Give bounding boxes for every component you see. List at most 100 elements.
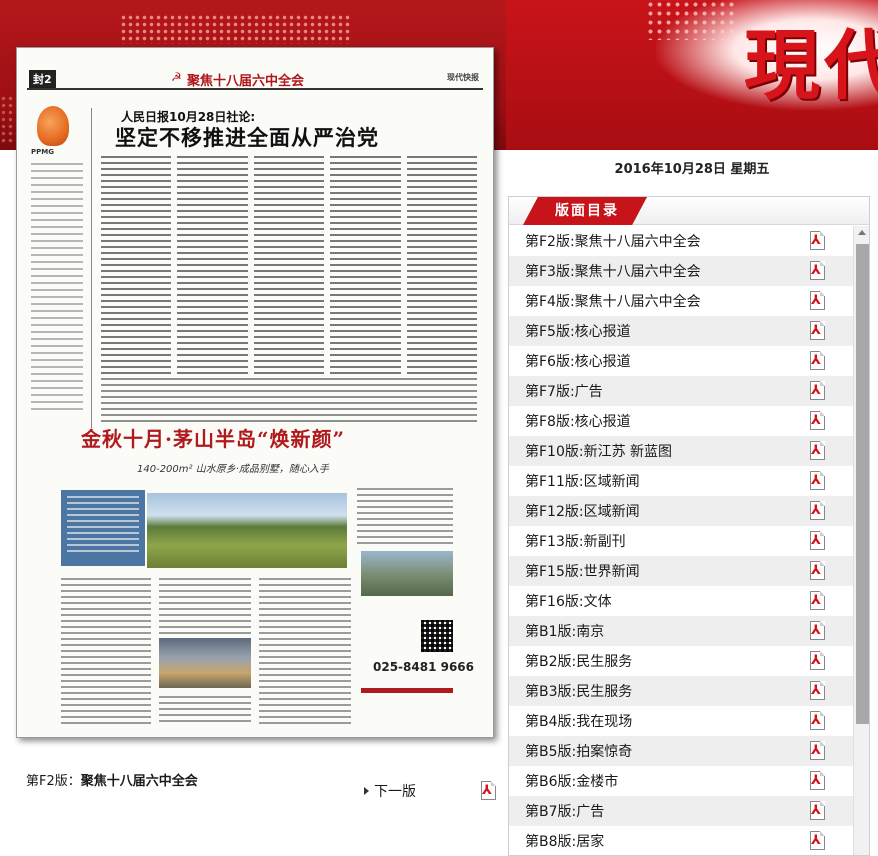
toc-item[interactable]: 第F8版:核心报道 ⅄ — [509, 406, 853, 436]
toc-item[interactable]: 第F7版:广告 ⅄ — [509, 376, 853, 406]
toc-item-label: 第F3版:聚焦十八届六中全会 — [525, 264, 701, 280]
pdf-icon[interactable]: ⅄ — [809, 741, 827, 761]
toc-item-label: 第B2版:民生服务 — [525, 654, 633, 670]
pdf-icon[interactable]: ⅄ — [809, 831, 827, 851]
toc-item[interactable]: 第F6版:核心报道 ⅄ — [509, 346, 853, 376]
toc-item[interactable]: 第B4版:我在现场 ⅄ — [509, 706, 853, 736]
pdf-icon[interactable]: ⅄ — [480, 781, 498, 801]
ad-text-box — [61, 490, 145, 566]
toc-item-label: 第F12版:区域新闻 — [525, 504, 640, 520]
toc-item[interactable]: 第F11版:区域新闻 ⅄ — [509, 466, 853, 496]
article-body — [101, 156, 478, 376]
ad-body-text — [159, 696, 251, 726]
ad-landscape-photo — [147, 493, 347, 568]
toc-item[interactable]: 第F5版:核心报道 ⅄ — [509, 316, 853, 346]
toc-item-label: 第F16版:文体 — [525, 594, 612, 610]
divider — [91, 108, 92, 428]
ad-body-text — [259, 578, 351, 728]
toc-item-label: 第F7版:广告 — [525, 384, 603, 400]
toc-panel: 版面目录 第F2版:聚焦十八届六中全会 ⅄ 第F3版:聚焦十八届六中全会 ⅄ 第F4版:… — [508, 196, 870, 856]
pdf-icon[interactable]: ⅄ — [809, 471, 827, 491]
ad-resort-photo — [159, 638, 251, 688]
pdf-icon[interactable]: ⅄ — [809, 591, 827, 611]
toc-item[interactable]: 第B1版:南京 ⅄ — [509, 616, 853, 646]
toc-item-label: 第B4版:我在现场 — [525, 714, 633, 730]
pdf-icon[interactable]: ⅄ — [809, 381, 827, 401]
pdf-icon[interactable]: ⅄ — [809, 291, 827, 311]
toc-item-label: 第B3版:民生服务 — [525, 684, 633, 700]
masthead-info-column — [31, 163, 83, 413]
toc-item[interactable]: 第B8版:居家 ⅄ — [509, 826, 853, 855]
ad-headline: 金秋十月·茅山半岛“焕新颜” — [81, 427, 345, 451]
toc-item-label: 第F4版:聚焦十八届六中全会 — [525, 294, 701, 310]
ad-logo-bar — [361, 688, 453, 693]
next-page-link[interactable]: 下一版 — [364, 781, 416, 801]
toc-item-label: 第F11版:区域新闻 — [525, 474, 640, 490]
ad-subline: 140-200m² 山水原乡·成品别墅，随心入手 — [137, 464, 329, 475]
toc-title: 版面目录 — [523, 197, 647, 225]
ad-body-text — [61, 578, 151, 728]
caption-title: 聚焦十八届六中全会 — [80, 774, 198, 789]
pdf-icon[interactable]: ⅄ — [809, 321, 827, 341]
pdf-icon[interactable]: ⅄ — [809, 681, 827, 701]
toc-item-label: 第F13版:新副刊 — [525, 534, 626, 550]
pdf-icon[interactable]: ⅄ — [809, 411, 827, 431]
pdf-icon[interactable]: ⅄ — [809, 771, 827, 791]
ad-villa-photo — [361, 551, 453, 596]
pdf-icon[interactable]: ⅄ — [809, 801, 827, 821]
next-page-label: 下一版 — [374, 784, 416, 800]
toc-item[interactable]: 第F2版:聚焦十八届六中全会 ⅄ — [509, 226, 853, 256]
triangle-right-icon — [364, 787, 369, 795]
article-body-continued — [101, 378, 477, 422]
pdf-icon[interactable]: ⅄ — [809, 501, 827, 521]
page-header: 封2 ☭ 聚焦十八届六中全会 现代快报 — [27, 68, 483, 90]
toc-item-label: 第F6版:核心报道 — [525, 354, 631, 370]
toc-item[interactable]: 第B7版:广告 ⅄ — [509, 796, 853, 826]
toc-item-label: 第B8版:居家 — [525, 834, 605, 850]
toc-item[interactable]: 第F4版:聚焦十八届六中全会 ⅄ — [509, 286, 853, 316]
toc-item[interactable]: 第B2版:民生服务 ⅄ — [509, 646, 853, 676]
toc-item-label: 第F10版:新江苏 新蓝图 — [525, 444, 673, 460]
toc-item-label: 第F8版:核心报道 — [525, 414, 631, 430]
toc-item[interactable]: 第F16版:文体 ⅄ — [509, 586, 853, 616]
pdf-icon[interactable]: ⅄ — [809, 561, 827, 581]
toc-item[interactable]: 第B3版:民生服务 ⅄ — [509, 676, 853, 706]
pdf-icon[interactable]: ⅄ — [809, 231, 827, 251]
toc-item[interactable]: 第F12版:区域新闻 ⅄ — [509, 496, 853, 526]
pdf-icon[interactable]: ⅄ — [809, 711, 827, 731]
toc-header: 版面目录 — [509, 197, 869, 225]
ppmg-label: PPMG — [31, 148, 54, 156]
scroll-up-arrow-icon[interactable] — [858, 230, 866, 235]
toc-item[interactable]: 第F10版:新江苏 新蓝图 ⅄ — [509, 436, 853, 466]
pdf-icon[interactable]: ⅄ — [809, 651, 827, 671]
toc-item-label: 第F2版:聚焦十八届六中全会 — [525, 234, 701, 250]
toc-item-label: 第B5版:拍案惊奇 — [525, 744, 633, 760]
toc-item[interactable]: 第F13版:新副刊 ⅄ — [509, 526, 853, 556]
toc-item-label: 第B6版:金楼市 — [525, 774, 619, 790]
toc-item[interactable]: 第B6版:金楼市 ⅄ — [509, 766, 853, 796]
scrollbar[interactable] — [853, 226, 869, 855]
toc-item-label: 第B7版:广告 — [525, 804, 605, 820]
toc-item[interactable]: 第F15版:世界新闻 ⅄ — [509, 556, 853, 586]
party-emblem-icon: ☭ — [171, 70, 182, 84]
toc-item[interactable]: 第F3版:聚焦十八届六中全会 ⅄ — [509, 256, 853, 286]
banner-pattern — [120, 14, 350, 44]
pdf-icon[interactable]: ⅄ — [809, 621, 827, 641]
page-caption: 第F2版：聚焦十八届六中全会 — [26, 773, 226, 791]
pdf-icon[interactable]: ⅄ — [809, 531, 827, 551]
banner-right: 現代 — [506, 0, 878, 150]
toc-list: 第F2版:聚焦十八届六中全会 ⅄ 第F3版:聚焦十八届六中全会 ⅄ 第F4版:聚焦十八届… — [509, 226, 853, 855]
banner-pattern — [646, 0, 736, 40]
pdf-icon[interactable]: ⅄ — [809, 441, 827, 461]
ad-body-text — [159, 578, 251, 634]
pdf-icon[interactable]: ⅄ — [809, 351, 827, 371]
section-title: 聚焦十八届六中全会 — [187, 74, 305, 89]
toc-item[interactable]: 第B5版:拍案惊奇 ⅄ — [509, 736, 853, 766]
issue-date: 2016年10月28日 星期五 — [614, 162, 770, 177]
ppmg-logo-icon — [37, 106, 69, 146]
toc-item-label: 第B1版:南京 — [525, 624, 605, 640]
toc-item-label: 第F5版:核心报道 — [525, 324, 631, 340]
newspaper-page-image[interactable]: 封2 ☭ 聚焦十八届六中全会 现代快报 PPMG 人民日报10月28日社论: 坚… — [16, 47, 494, 738]
scrollbar-thumb[interactable] — [856, 244, 869, 724]
pdf-icon[interactable]: ⅄ — [809, 261, 827, 281]
